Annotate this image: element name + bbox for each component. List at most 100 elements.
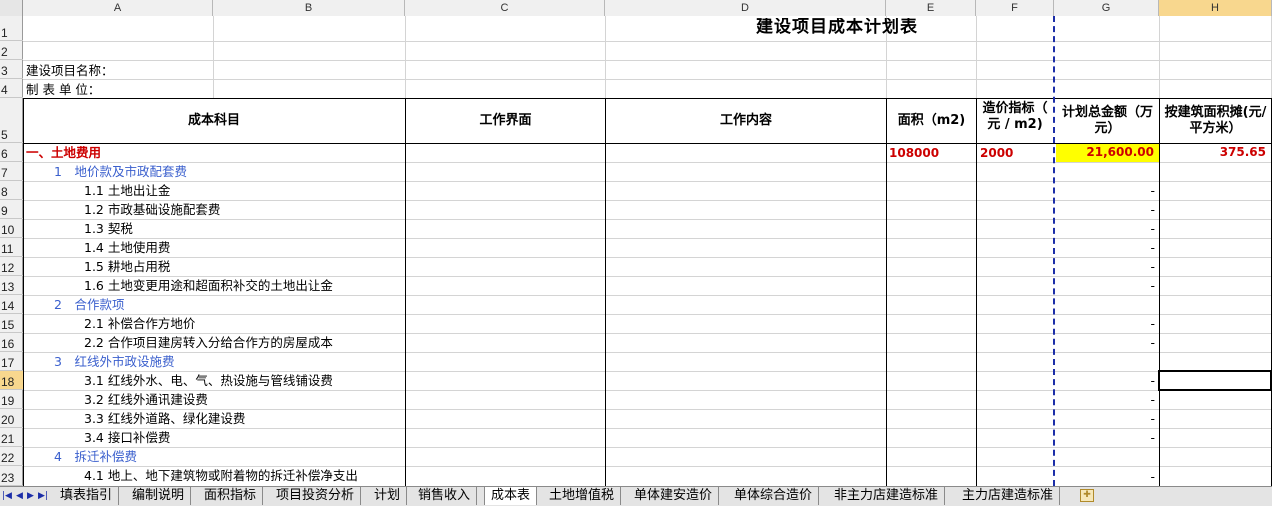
row-header[interactable]: 13	[0, 276, 23, 295]
total-amount-value[interactable]: -	[1056, 314, 1155, 333]
sheet-tab[interactable]: 面积指标	[198, 487, 264, 505]
row-header[interactable]: 3	[0, 60, 23, 79]
cost-item-label[interactable]: 3.2 红线外通讯建设费	[84, 390, 208, 409]
gridline	[23, 79, 1272, 80]
subsection-label[interactable]: 1 地价款及市政配套费	[54, 162, 187, 181]
cost-item-label[interactable]: 2.1 补偿合作方地价	[84, 314, 195, 333]
row-header[interactable]: 2	[0, 41, 23, 60]
sheet-tab[interactable]: 编制说明	[126, 487, 192, 505]
total-amount-value[interactable]: -	[1056, 467, 1155, 486]
row-header[interactable]: 9	[0, 200, 23, 219]
header-cost-item[interactable]: 成本科目	[23, 99, 405, 143]
row-header[interactable]: 10	[0, 219, 23, 238]
cost-item-label[interactable]: 1.6 土地变更用途和超面积补交的土地出让金	[84, 276, 404, 295]
cost-item-label[interactable]: 4.1 地上、地下建筑物或附着物的拆迁补偿净支出	[84, 466, 404, 485]
row-header[interactable]: 22	[0, 447, 23, 466]
cost-item-label[interactable]: 1.5 耕地占用税	[84, 257, 170, 276]
row-header[interactable]: 4	[0, 79, 23, 98]
insert-sheet-icon[interactable]: ✚	[1080, 489, 1094, 502]
row-header[interactable]: 18	[0, 371, 23, 390]
sheet-tab[interactable]: 项目投资分析	[270, 487, 362, 505]
subsection-label[interactable]: 4 拆迁补偿费	[54, 447, 137, 466]
last-sheet-icon[interactable]: ▶|	[38, 489, 48, 503]
page-break-line	[1053, 16, 1055, 486]
header-scope[interactable]: 工作界面	[406, 99, 605, 143]
sheet-tab[interactable]: 单体建安造价	[628, 487, 720, 505]
column-header-a[interactable]: A	[23, 0, 213, 16]
header-content[interactable]: 工作内容	[606, 99, 886, 143]
subsection-label[interactable]: 2 合作款项	[54, 295, 124, 314]
total-amount-value[interactable]: -	[1056, 276, 1155, 295]
cost-item-label[interactable]: 1.1 土地出让金	[84, 181, 170, 200]
row-header[interactable]: 20	[0, 409, 23, 428]
area-value[interactable]: 108000	[889, 144, 939, 163]
row-header[interactable]: 6	[0, 143, 23, 162]
row-header[interactable]: 5	[0, 98, 23, 143]
total-amount-value[interactable]: -	[1056, 333, 1155, 352]
sheet-tab-active[interactable]: 成本表	[484, 487, 538, 505]
next-sheet-icon[interactable]: ▶	[27, 489, 34, 503]
per-area-value[interactable]: 375.65	[1160, 144, 1269, 161]
row-header[interactable]: 12	[0, 257, 23, 276]
total-amount-value[interactable]: -	[1056, 371, 1155, 390]
cost-item-label[interactable]: 2.2 合作项目建房转入分给合作方的房屋成本	[84, 333, 404, 352]
sheet-tab[interactable]: 土地增值税	[543, 487, 622, 505]
total-amount-value[interactable]: -	[1056, 409, 1155, 428]
cost-item-label[interactable]: 3.3 红线外道路、绿化建设费	[84, 409, 245, 428]
row-header-bar: 1 2 3 4 5 6 7 8 9 10 11 12 13 14 15 16 1…	[0, 16, 23, 486]
total-amount-value[interactable]: -	[1056, 238, 1155, 257]
cell-grid[interactable]: 建设项目成本计划表 建设项目名称： 制 表 单 位： 成本科目 工作界面 工作内…	[23, 16, 1272, 486]
header-total-amount[interactable]: 计划总金额（万元）	[1056, 99, 1159, 143]
header-price-index[interactable]: 造价指标（ 元 / m2)	[977, 99, 1053, 143]
column-header-d[interactable]: D	[605, 0, 886, 16]
prev-sheet-icon[interactable]: ◀	[16, 489, 23, 503]
row-header[interactable]: 16	[0, 333, 23, 352]
row-header[interactable]: 14	[0, 295, 23, 314]
column-header-b[interactable]: B	[213, 0, 405, 16]
sheet-tab[interactable]: 主力店建造标准	[956, 487, 1061, 505]
row-header[interactable]: 8	[0, 181, 23, 200]
total-amount-value[interactable]: -	[1056, 200, 1155, 219]
select-all-corner[interactable]	[0, 0, 23, 16]
cost-item-label[interactable]: 3.1 红线外水、电、气、热设施与管线铺设费	[84, 371, 404, 390]
total-amount-value[interactable]: -	[1056, 428, 1155, 447]
unit-label[interactable]: 制 表 单 位：	[26, 80, 100, 99]
row-header[interactable]: 17	[0, 352, 23, 371]
total-amount-value[interactable]: -	[1056, 219, 1155, 238]
price-index-value[interactable]: 2000	[980, 144, 1013, 163]
row-header[interactable]: 7	[0, 162, 23, 181]
active-cell-selection[interactable]	[1158, 370, 1272, 391]
cost-item-label[interactable]: 1.4 土地使用费	[84, 238, 170, 257]
sheet-tab[interactable]: 单体综合造价	[728, 487, 820, 505]
column-header-h[interactable]: H	[1159, 0, 1272, 16]
total-amount-value[interactable]: -	[1056, 257, 1155, 276]
column-header-e[interactable]: E	[886, 0, 976, 16]
row-header[interactable]: 15	[0, 314, 23, 333]
row-header[interactable]: 19	[0, 390, 23, 409]
column-header-c[interactable]: C	[405, 0, 605, 16]
row-header[interactable]: 1	[0, 16, 23, 41]
sheet-tab[interactable]: 填表指引	[54, 487, 120, 505]
sheet-tab[interactable]: 非主力店建造标准	[828, 487, 946, 505]
spreadsheet[interactable]: A B C D E F G H 1 2 3 4 5 6 7 8 9 10 11 …	[0, 0, 1272, 486]
project-name-label[interactable]: 建设项目名称：	[26, 61, 114, 80]
sheet-tab[interactable]: 计划	[368, 487, 408, 505]
header-per-area[interactable]: 按建筑面积摊(元/平方米）	[1160, 99, 1271, 143]
row-header[interactable]: 23	[0, 466, 23, 486]
column-header-f[interactable]: F	[976, 0, 1054, 16]
first-sheet-icon[interactable]: |◀	[2, 489, 12, 503]
total-amount-value[interactable]: -	[1056, 181, 1155, 200]
row-header[interactable]: 21	[0, 428, 23, 447]
sheet-title[interactable]: 建设项目成本计划表	[756, 18, 918, 37]
total-amount-value[interactable]: -	[1056, 390, 1155, 409]
subsection-label[interactable]: 3 红线外市政设施费	[54, 352, 174, 371]
cost-item-label[interactable]: 1.3 契税	[84, 219, 133, 238]
header-area[interactable]: 面积（m2)	[887, 99, 976, 143]
total-amount-value[interactable]: 21,600.00	[1056, 144, 1159, 162]
row-header[interactable]: 11	[0, 238, 23, 257]
cost-item-label[interactable]: 一、土地费用	[26, 143, 101, 162]
cost-item-label[interactable]: 1.2 市政基础设施配套费	[84, 200, 220, 219]
cost-item-label[interactable]: 3.4 接口补偿费	[84, 428, 170, 447]
sheet-tab[interactable]: 销售收入	[412, 487, 478, 505]
column-header-g[interactable]: G	[1054, 0, 1159, 16]
